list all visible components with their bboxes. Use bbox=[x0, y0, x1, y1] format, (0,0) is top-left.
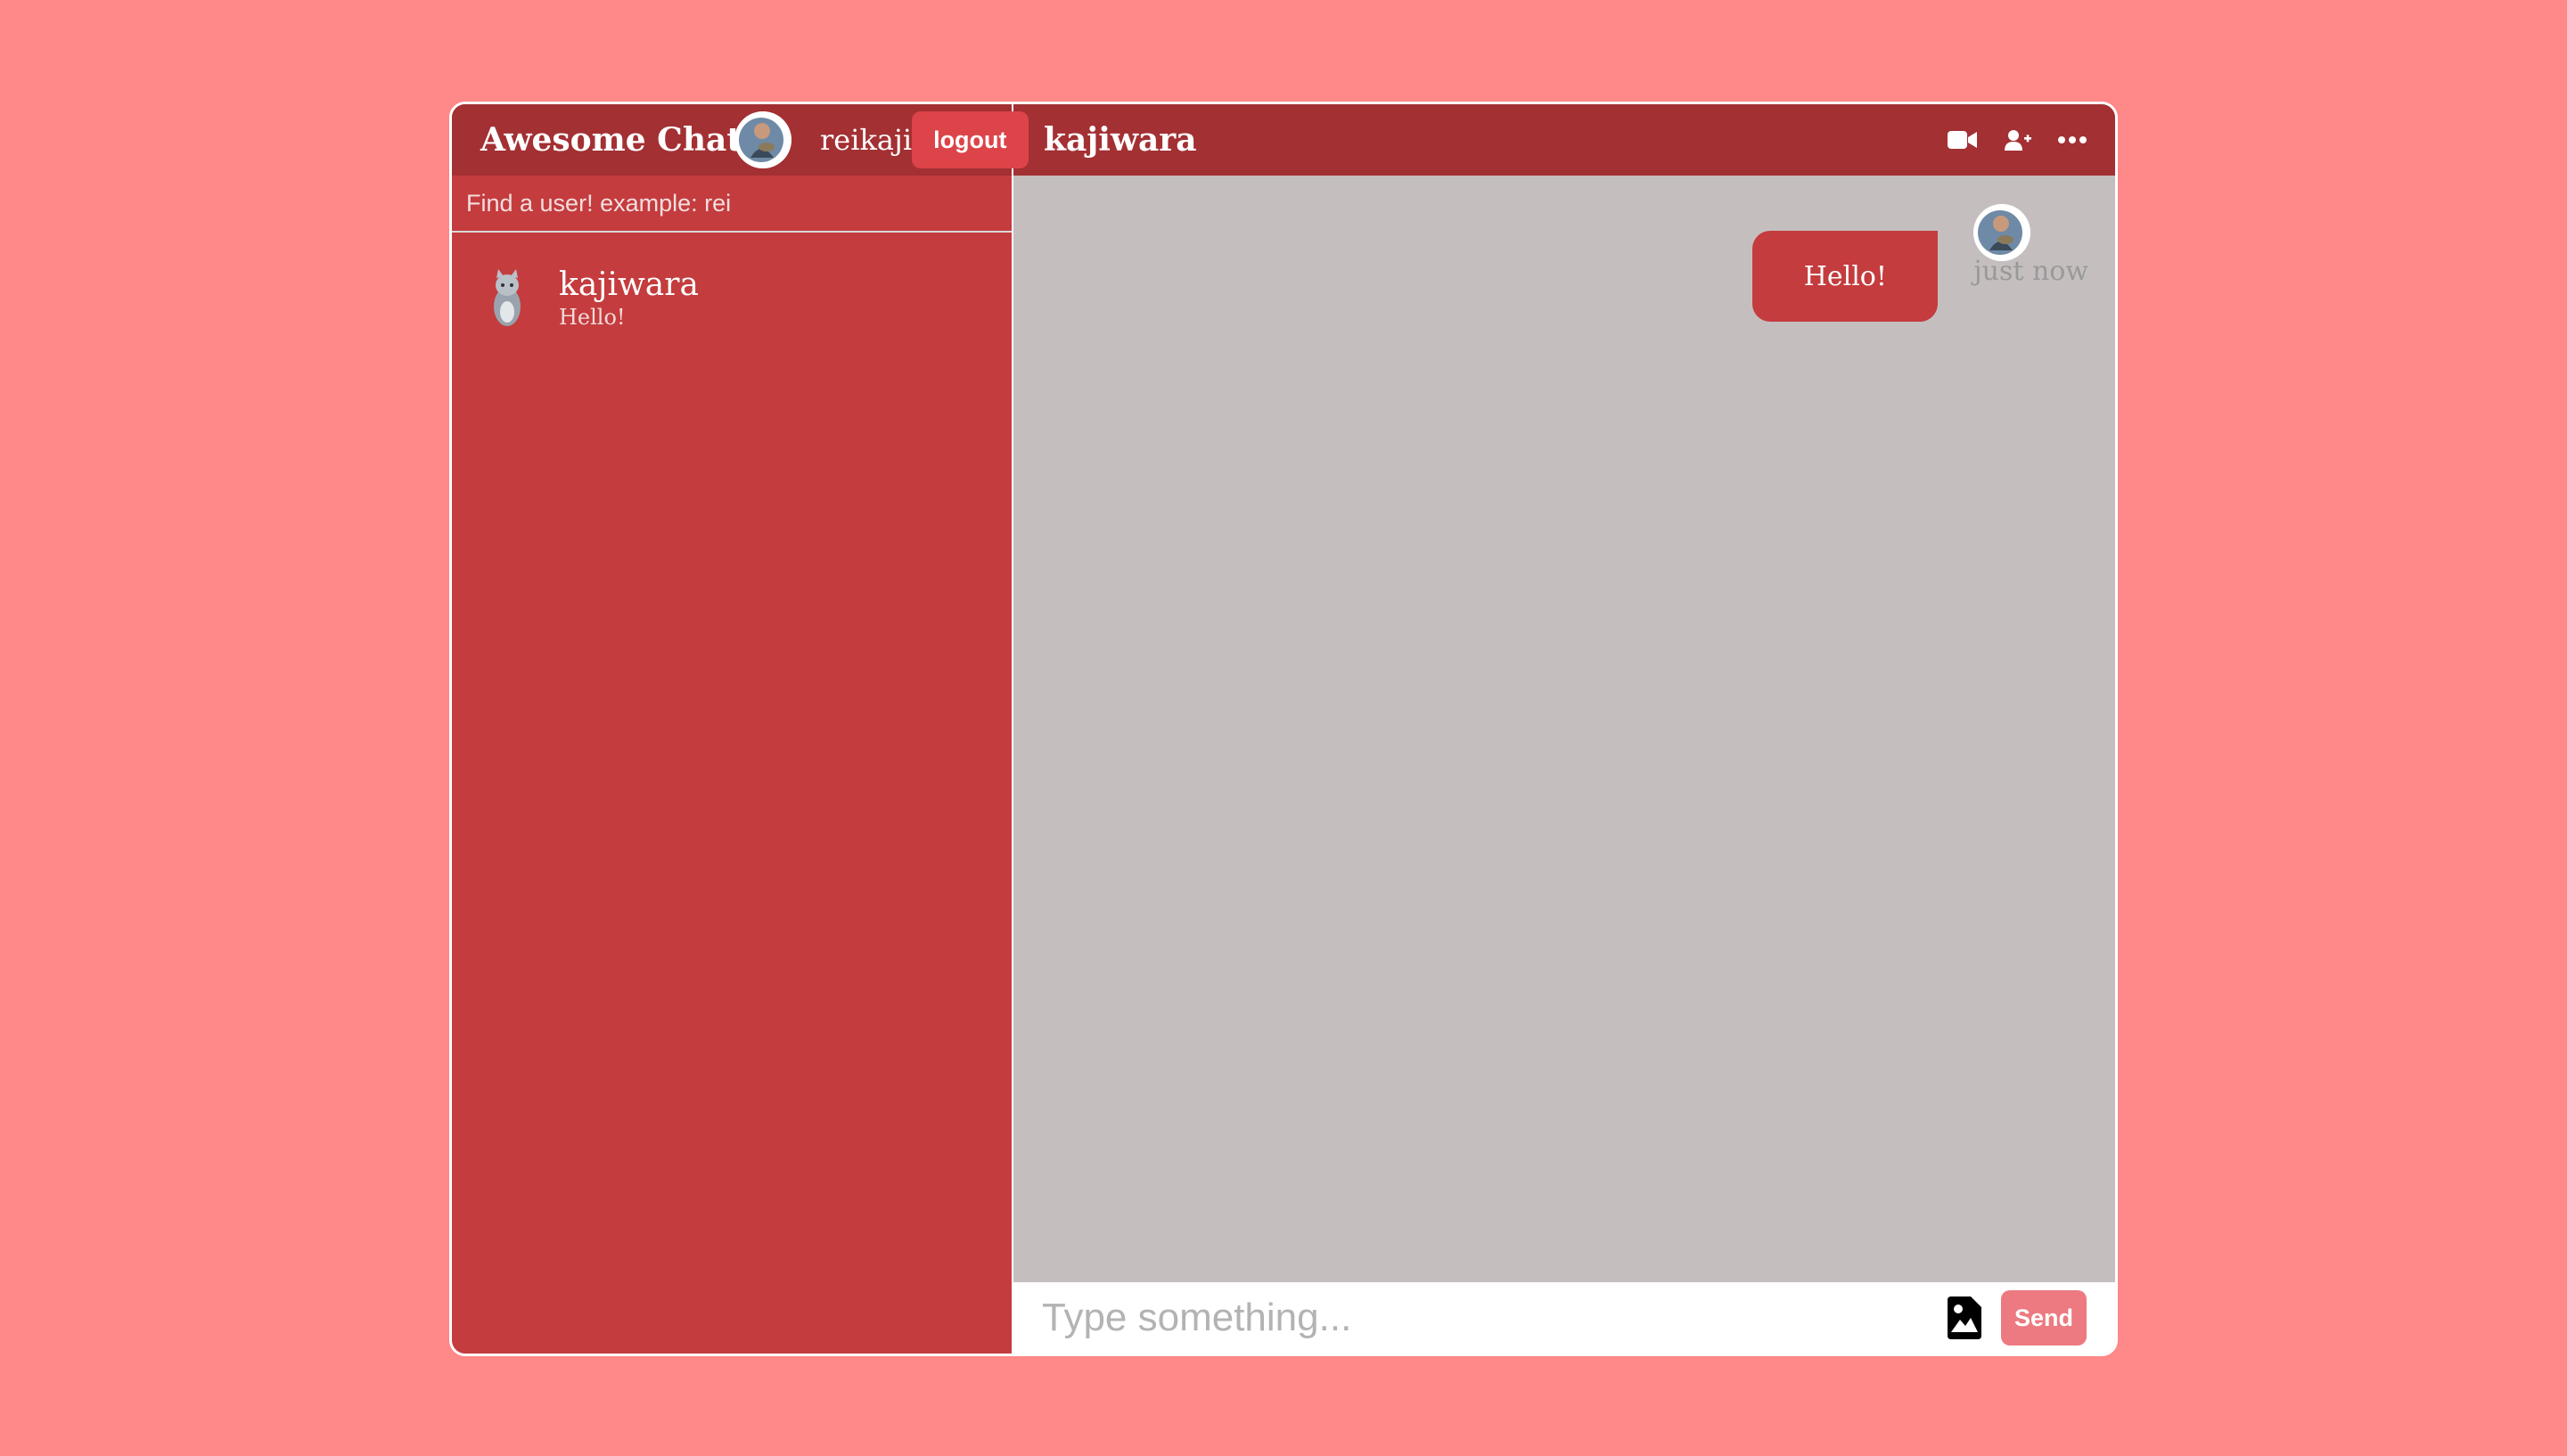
attach-image-icon[interactable] bbox=[1948, 1296, 1981, 1339]
user-search bbox=[452, 176, 1012, 233]
message-time: just now bbox=[1973, 256, 2088, 287]
chat-header: kajiwara bbox=[1013, 104, 2115, 176]
chat-title: kajiwara bbox=[1044, 121, 1197, 159]
message-list: Hello! just now bbox=[1013, 176, 2115, 1282]
sidebar: Awesome Chat reikaji logout Find a user!… bbox=[452, 104, 1029, 1354]
message-meta: just now bbox=[1973, 204, 2088, 287]
current-user-avatar bbox=[734, 111, 791, 168]
user-search-input[interactable] bbox=[466, 189, 997, 217]
app-title: Awesome Chat bbox=[480, 121, 742, 159]
more-icon[interactable] bbox=[2058, 136, 2087, 143]
message-bubble: Hello! bbox=[1752, 231, 1939, 322]
add-user-icon[interactable] bbox=[2005, 129, 2031, 151]
send-button[interactable]: Send bbox=[2001, 1290, 2087, 1346]
chat-list-item[interactable]: kajiwara Hello! bbox=[452, 233, 1012, 363]
message: Hello! just now bbox=[1752, 204, 2088, 322]
sidebar-header: Awesome Chat reikaji logout bbox=[452, 104, 1029, 176]
current-user-name: reikaji bbox=[819, 123, 913, 157]
chat-last-message: Hello! bbox=[559, 305, 626, 330]
chat-app-window: Awesome Chat reikaji logout Find a user!… bbox=[449, 102, 2118, 1356]
chat-list: kajiwara Hello! bbox=[452, 233, 1012, 1354]
logout-button[interactable]: logout bbox=[912, 111, 1029, 168]
message-avatar bbox=[1973, 204, 2031, 261]
message-composer: Send bbox=[1013, 1282, 2115, 1354]
contact-avatar bbox=[480, 262, 534, 333]
chat-info: kajiwara Hello! bbox=[559, 266, 699, 330]
video-camera-icon[interactable] bbox=[1948, 130, 1978, 150]
chat-contact-name: kajiwara bbox=[559, 266, 699, 303]
chat-header-actions bbox=[1948, 129, 2087, 151]
message-input[interactable] bbox=[1042, 1296, 1948, 1340]
chat-panel: kajiwara Hello! just now Type something.… bbox=[1013, 104, 2115, 1354]
